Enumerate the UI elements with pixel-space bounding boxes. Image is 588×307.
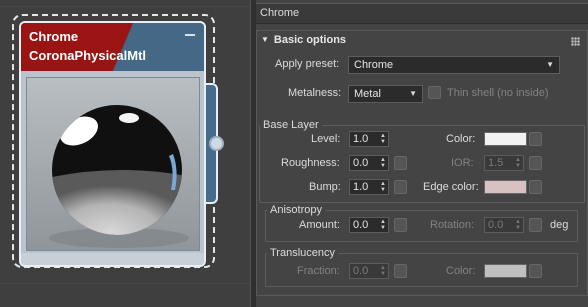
metalness-value: Metal xyxy=(354,88,381,100)
output-socket[interactable] xyxy=(209,136,224,151)
material-node[interactable]: Chrome CoronaPhysicalMtl xyxy=(19,21,206,267)
grid-line xyxy=(0,6,250,7)
anisotropy-rotation-spinner: 0.0 ▲ ▼ xyxy=(484,217,524,233)
bump-spinner[interactable]: 1.0 ▲ ▼ xyxy=(349,179,389,195)
ior-value: 1.5 xyxy=(488,157,504,169)
translucency-fraction-spinner: 0.0 ▲ ▼ xyxy=(349,263,389,279)
spinner-arrows-icon[interactable]: ▲ ▼ xyxy=(380,157,386,169)
translucency-color-map-button[interactable] xyxy=(529,264,542,278)
translucency-fraction-map-button[interactable] xyxy=(394,264,407,278)
node-footer xyxy=(21,253,204,265)
chevron-down-icon: ▼ xyxy=(409,89,417,98)
spinner-arrows-icon[interactable]: ▲ ▼ xyxy=(380,133,386,145)
base-layer-title: Base Layer xyxy=(260,119,322,131)
rotation-unit-label: deg xyxy=(550,219,569,231)
spinner-arrows-icon[interactable]: ▲ ▼ xyxy=(380,219,386,231)
level-value: 1.0 xyxy=(353,133,369,145)
node-material-type: CoronaPhysicalMtl xyxy=(29,48,147,63)
rollout-header[interactable]: ▼ Basic options xyxy=(261,34,346,46)
bump-value: 1.0 xyxy=(353,181,369,193)
base-color-label: Color: xyxy=(446,133,476,145)
apply-preset-dropdown[interactable]: Chrome ▼ xyxy=(348,56,560,74)
ior-spinner: 1.5 ▲ ▼ xyxy=(484,155,524,171)
translucency-title: Translucency xyxy=(267,247,339,259)
anisotropy-rotation-label: Rotation: xyxy=(430,219,475,231)
edge-color-label: Edge color: xyxy=(423,181,479,193)
spinner-arrows-icon: ▲ ▼ xyxy=(515,219,521,231)
spinner-arrows-icon: ▲ ▼ xyxy=(380,265,386,277)
anisotropy-amount-map-button[interactable] xyxy=(394,218,407,232)
grid-line xyxy=(0,283,250,284)
node-header[interactable]: Chrome CoronaPhysicalMtl xyxy=(21,23,204,71)
base-color-map-button[interactable] xyxy=(529,132,542,146)
roughness-label: Roughness: xyxy=(281,157,340,169)
spinner-arrows-icon: ▲ ▼ xyxy=(515,157,521,169)
thin-shell-label: Thin shell (no inside) xyxy=(447,87,549,99)
base-color-swatch[interactable] xyxy=(484,132,527,146)
basic-options-rollout: ▼ Basic options Apply preset: Chrome ▼ Me… xyxy=(256,30,588,296)
translucency-color-swatch[interactable] xyxy=(484,264,527,278)
rollout-title: Basic options xyxy=(273,34,347,46)
anisotropy-amount-value: 0.0 xyxy=(353,219,369,231)
anisotropy-amount-label: Amount: xyxy=(299,219,340,231)
anisotropy-rotation-map-button[interactable] xyxy=(529,218,542,232)
level-label: Level: xyxy=(311,133,341,145)
metalness-label: Metalness: xyxy=(288,87,342,99)
roughness-map-button[interactable] xyxy=(394,156,407,170)
anisotropy-title: Anisotropy xyxy=(267,204,325,216)
node-title: Chrome xyxy=(29,29,79,44)
ior-map-button[interactable] xyxy=(529,156,542,170)
spinner-arrows-icon[interactable]: ▲ ▼ xyxy=(380,181,386,193)
chevron-down-icon: ▼ xyxy=(546,60,554,69)
translucency-fraction-label: Fraction: xyxy=(297,265,340,277)
ior-label: IOR: xyxy=(451,157,474,169)
level-spinner[interactable]: 1.0 ▲ ▼ xyxy=(349,131,389,147)
material-name-field[interactable]: Chrome xyxy=(256,3,588,24)
rollout-grip-icon[interactable] xyxy=(571,37,580,46)
chrome-sphere-preview xyxy=(26,77,200,251)
metalness-dropdown[interactable]: Metal ▼ xyxy=(348,85,423,103)
anisotropy-rotation-value: 0.0 xyxy=(488,219,504,231)
apply-preset-label: Apply preset: xyxy=(275,58,340,70)
thin-shell-checkbox[interactable] xyxy=(428,86,441,99)
roughness-spinner[interactable]: 0.0 ▲ ▼ xyxy=(349,155,389,171)
apply-preset-value: Chrome xyxy=(354,59,394,71)
translucency-color-label: Color: xyxy=(446,265,476,277)
bump-label: Bump: xyxy=(309,181,341,193)
edge-color-swatch[interactable] xyxy=(484,180,527,194)
translucency-fraction-value: 0.0 xyxy=(353,265,369,277)
material-properties-panel: Chrome ▼ Basic options Apply preset: Chro… xyxy=(256,0,588,307)
node-editor-canvas[interactable]: Chrome CoronaPhysicalMtl xyxy=(0,0,250,307)
anisotropy-amount-spinner[interactable]: 0.0 ▲ ▼ xyxy=(349,217,389,233)
sphere-preview-icon xyxy=(27,78,199,250)
minimize-icon[interactable] xyxy=(185,29,195,39)
bump-map-button[interactable] xyxy=(394,180,407,194)
roughness-value: 0.0 xyxy=(353,157,369,169)
triangle-down-icon: ▼ xyxy=(261,35,269,44)
edge-color-map-button[interactable] xyxy=(529,180,542,194)
